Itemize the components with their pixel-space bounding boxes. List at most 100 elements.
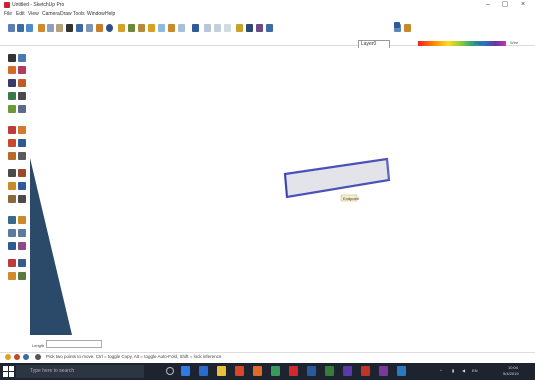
volume-icon[interactable]: ◀ (462, 368, 465, 373)
move-tool-icon[interactable] (8, 126, 16, 134)
redo-icon[interactable] (86, 24, 93, 32)
user-account-icon[interactable] (23, 354, 29, 360)
zoom-icon[interactable] (128, 24, 135, 32)
cortana-icon[interactable] (166, 367, 174, 375)
menu-camera[interactable]: Camera (42, 10, 60, 18)
drawing-canvas[interactable]: Endpoint (30, 48, 535, 341)
word-icon[interactable] (307, 366, 316, 376)
top-view-icon[interactable] (158, 24, 165, 32)
monochrome-style-icon[interactable] (256, 24, 263, 32)
menu-tools[interactable]: Tools (73, 10, 85, 18)
walk-tool-icon[interactable] (18, 259, 26, 267)
chrome-browser-icon[interactable] (235, 366, 244, 376)
dimension-tool-icon[interactable] (18, 169, 26, 177)
taskbar-search-input[interactable]: Type here to search (16, 365, 144, 378)
onenote-icon[interactable] (343, 366, 352, 376)
push-pull-tool-icon[interactable] (18, 126, 26, 134)
freehand-tool-icon[interactable] (18, 105, 26, 113)
edge-browser-icon[interactable] (199, 366, 208, 376)
task-view-icon[interactable] (181, 366, 190, 376)
shaded-style-icon[interactable] (236, 24, 243, 32)
menu-window[interactable]: Window (87, 10, 105, 18)
shadows-icon[interactable] (404, 24, 411, 32)
firefox-browser-icon[interactable] (253, 366, 262, 376)
circle-tool-icon[interactable] (8, 92, 16, 100)
warehouse-icon[interactable] (192, 24, 199, 32)
menu-help[interactable]: Help (105, 10, 115, 18)
component-tool-icon[interactable] (18, 54, 26, 62)
polygon-tool-icon[interactable] (8, 105, 16, 113)
fog-icon[interactable] (394, 22, 400, 28)
close-button[interactable]: × (516, 0, 530, 10)
layers-icon[interactable] (266, 24, 273, 32)
xray-style-icon[interactable] (204, 24, 211, 32)
language-icon[interactable]: EN (472, 368, 478, 373)
orbit-icon[interactable] (106, 24, 113, 32)
select-icon[interactable] (8, 24, 15, 32)
hidden-line-style-icon[interactable] (224, 24, 231, 32)
text-tool-icon[interactable] (18, 182, 26, 190)
file-explorer-icon[interactable] (217, 366, 226, 376)
front-view-icon[interactable] (168, 24, 175, 32)
app-taskbar-icon[interactable] (379, 366, 388, 376)
tray-chevron-icon[interactable]: ^ (440, 368, 442, 373)
zoom-window-tool-icon[interactable] (18, 229, 26, 237)
geo-location-icon[interactable] (5, 354, 11, 360)
maximize-button[interactable]: ▢ (498, 0, 512, 10)
minimize-button[interactable]: – (481, 0, 495, 10)
zoom-extents-tool-icon[interactable] (8, 242, 16, 250)
pan-tool-icon[interactable] (18, 216, 26, 224)
help-icon[interactable] (35, 354, 41, 360)
scale-tool-icon[interactable] (8, 152, 16, 160)
pan-icon[interactable] (118, 24, 125, 32)
orbit-tool-icon[interactable] (8, 216, 16, 224)
outlook-icon[interactable] (397, 366, 406, 376)
axes-tool-icon[interactable] (8, 195, 16, 203)
sketchup-taskbar-icon[interactable] (361, 366, 370, 376)
clock-time[interactable]: 10:04 (508, 365, 518, 370)
network-icon[interactable]: ▮ (452, 368, 454, 373)
measurements-input[interactable] (46, 340, 102, 348)
arc-tool-icon[interactable] (18, 92, 26, 100)
menu-file[interactable]: File (4, 10, 12, 18)
paint-tool-icon[interactable] (8, 66, 16, 74)
menu-view[interactable]: View (28, 10, 39, 18)
menu-draw[interactable]: Draw (60, 10, 72, 18)
section-plane-tool-icon[interactable] (18, 272, 26, 280)
tape-measure-tool-icon[interactable] (8, 169, 16, 177)
zoom-tool-icon[interactable] (8, 229, 16, 237)
media-player-icon[interactable] (289, 366, 298, 376)
excel-icon[interactable] (325, 366, 334, 376)
store-icon[interactable] (271, 366, 280, 376)
protractor-tool-icon[interactable] (8, 182, 16, 190)
copy-icon[interactable] (47, 24, 54, 32)
model-viewport[interactable]: Endpoint (30, 48, 535, 341)
wireframe-style-icon[interactable] (214, 24, 221, 32)
eraser-tool-icon[interactable] (18, 66, 26, 74)
erase-icon[interactable] (66, 24, 73, 32)
menu-edit[interactable]: Edit (16, 10, 25, 18)
previous-view-tool-icon[interactable] (18, 242, 26, 250)
line-tool-icon[interactable] (18, 79, 26, 87)
offset-tool-icon[interactable] (18, 152, 26, 160)
cut-icon[interactable] (38, 24, 45, 32)
iso-view-icon[interactable] (148, 24, 155, 32)
look-around-tool-icon[interactable] (8, 272, 16, 280)
select-tool-icon[interactable] (8, 54, 16, 62)
zoom-extents-icon[interactable] (138, 24, 145, 32)
textured-style-icon[interactable] (246, 24, 253, 32)
rotate-tool-icon[interactable] (8, 139, 16, 147)
rectangle-shape[interactable] (283, 157, 391, 199)
right-view-icon[interactable] (178, 24, 185, 32)
clock-date[interactable]: 5/4/2019 (503, 371, 519, 376)
undo-icon[interactable] (76, 24, 83, 32)
new-file-icon[interactable] (17, 24, 24, 32)
paint-bucket-icon[interactable] (96, 24, 103, 32)
position-camera-tool-icon[interactable] (8, 259, 16, 267)
3d-text-tool-icon[interactable] (18, 195, 26, 203)
windows-start-icon[interactable] (3, 366, 14, 377)
rectangle-tool-icon[interactable] (8, 79, 16, 87)
save-icon[interactable] (26, 24, 33, 32)
follow-me-tool-icon[interactable] (18, 139, 26, 147)
paste-icon[interactable] (56, 24, 63, 32)
